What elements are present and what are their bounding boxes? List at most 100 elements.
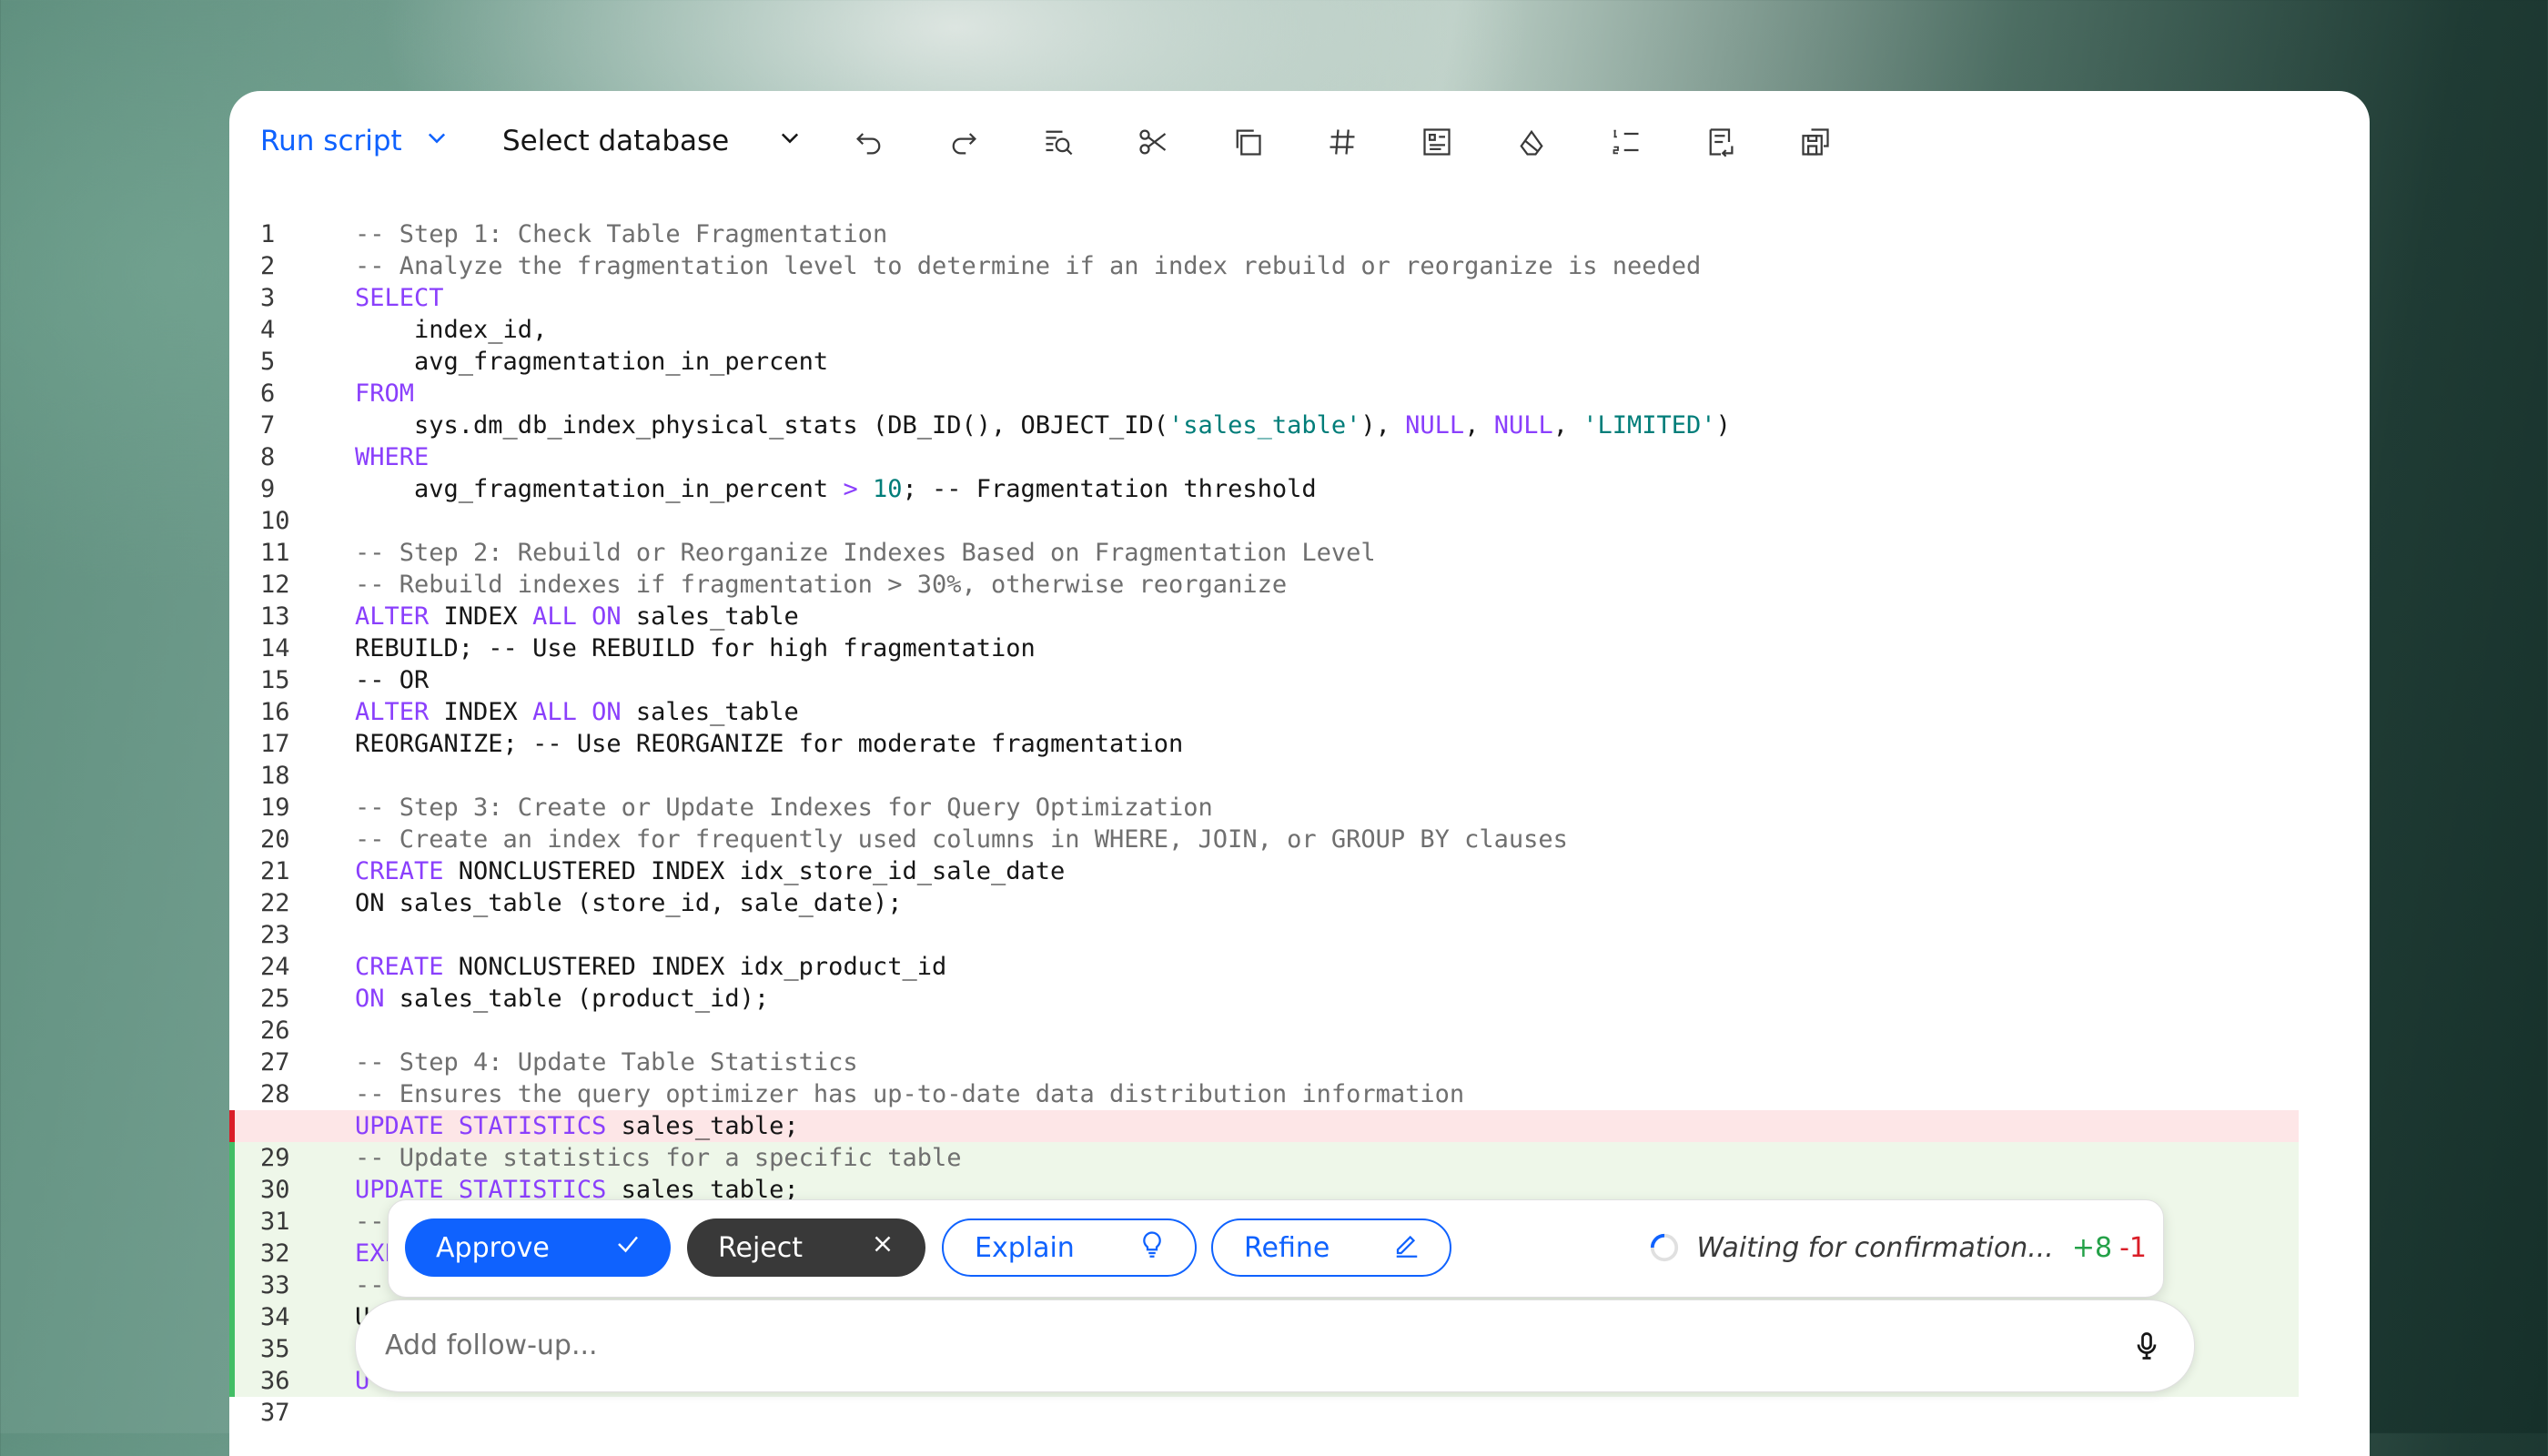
reject-button[interactable]: Reject: [687, 1218, 925, 1277]
line-number: 36: [260, 1367, 290, 1395]
data-format-icon[interactable]: [1419, 124, 1455, 160]
line-code: FROM: [355, 379, 415, 408]
hashtag-icon[interactable]: [1324, 124, 1360, 160]
line-code: -- OR: [355, 666, 430, 694]
code-line[interactable]: 27 -- Step 4: Update Table Statistics: [229, 1046, 2370, 1078]
code-line[interactable]: 11 -- Step 2: Rebuild or Reorganize Index…: [229, 537, 2370, 569]
run-script-label: Run script: [260, 125, 402, 157]
line-code: --: [355, 1271, 385, 1299]
status-text: Waiting for confirmation...: [1696, 1231, 2054, 1264]
microphone-icon[interactable]: [2130, 1330, 2163, 1362]
line-number: 37: [260, 1399, 290, 1427]
line-code: ON sales_table (product_id);: [355, 985, 770, 1013]
list-numbered-icon[interactable]: [1608, 124, 1644, 160]
redo-icon[interactable]: [945, 124, 982, 160]
line-number: 32: [260, 1239, 290, 1268]
code-line[interactable]: 26: [229, 1015, 2370, 1046]
line-code: ALTER INDEX ALL ON sales_table: [355, 602, 799, 631]
line-number: 2: [260, 252, 276, 280]
code-line[interactable]: 22 ON sales_table (store_id, sale_date);: [229, 887, 2370, 919]
line-code: -- Ensures the query optimizer has up-to…: [355, 1080, 1465, 1108]
approve-button[interactable]: Approve: [405, 1218, 671, 1277]
code-line[interactable]: 12 -- Rebuild indexes if fragmentation > …: [229, 569, 2370, 601]
line-number: 29: [260, 1144, 290, 1172]
line-code: CREATE NONCLUSTERED INDEX idx_store_id_s…: [355, 857, 1066, 885]
line-number: 15: [260, 666, 290, 694]
clear-format-icon[interactable]: [1513, 124, 1550, 160]
code-line-added[interactable]: 29 -- Update statistics for a specific ta…: [229, 1142, 2299, 1174]
line-number: 25: [260, 985, 290, 1013]
line-number: 8: [260, 443, 276, 471]
code-line[interactable]: 14 REBUILD; -- Use REBUILD for high fragm…: [229, 632, 2370, 664]
cut-icon[interactable]: [1135, 124, 1171, 160]
line-number: 23: [260, 921, 290, 949]
line-code: -- Step 2: Rebuild or Reorganize Indexes…: [355, 539, 1376, 567]
code-line[interactable]: 28 -- Ensures the query optimizer has up-…: [229, 1078, 2370, 1110]
line-number: 13: [260, 602, 290, 631]
line-code: -- Step 1: Check Table Fragmentation: [355, 220, 888, 248]
line-code: index_id,: [355, 316, 548, 344]
line-number: 10: [260, 507, 290, 535]
confirmation-status: Waiting for confirmation... +8 -1: [1649, 1218, 2147, 1277]
explain-button[interactable]: Explain: [942, 1218, 1197, 1277]
close-icon: [869, 1230, 896, 1265]
code-line[interactable]: 18: [229, 760, 2370, 792]
checkmark-icon: [614, 1230, 642, 1265]
save-as-icon[interactable]: [1797, 124, 1834, 160]
follow-up-input[interactable]: Add follow-up...: [355, 1299, 2195, 1392]
line-code: -- Analyze the fragmentation level to de…: [355, 252, 1702, 280]
line-number: 31: [260, 1208, 290, 1236]
line-code: REORGANIZE; -- Use REORGANIZE for modera…: [355, 730, 1184, 758]
code-line[interactable]: 4 index_id,: [229, 314, 2370, 346]
line-number: 34: [260, 1303, 290, 1331]
code-line[interactable]: 13 ALTER INDEX ALL ON sales_table: [229, 601, 2370, 632]
code-line[interactable]: 8 WHERE: [229, 441, 2370, 473]
code-line[interactable]: 9 avg_fragmentation_in_percent > 10; -- …: [229, 473, 2370, 505]
loading-spinner-icon: [1649, 1232, 1680, 1263]
line-code: ON sales_table (store_id, sale_date);: [355, 889, 903, 917]
line-code: -- Step 4: Update Table Statistics: [355, 1048, 858, 1077]
line-number: 1: [260, 220, 276, 248]
chevron-down-icon[interactable]: [424, 125, 450, 157]
line-number: 33: [260, 1271, 290, 1299]
line-number: 28: [260, 1080, 290, 1108]
code-line[interactable]: 37: [229, 1397, 2370, 1429]
undo-icon[interactable]: [851, 124, 887, 160]
code-line[interactable]: 1 -- Step 1: Check Table Fragmentation: [229, 218, 2370, 250]
line-number: 30: [260, 1176, 290, 1204]
find-replace-icon[interactable]: [1040, 124, 1077, 160]
line-number: 21: [260, 857, 290, 885]
code-line[interactable]: 20 -- Create an index for frequently used…: [229, 824, 2370, 855]
code-line[interactable]: 25 ON sales_table (product_id);: [229, 983, 2370, 1015]
edit-pencil-icon: [1393, 1230, 1421, 1265]
code-line[interactable]: 5 avg_fragmentation_in_percent: [229, 346, 2370, 378]
code-line[interactable]: 17 REORGANIZE; -- Use REORGANIZE for mode…: [229, 728, 2370, 760]
refine-button[interactable]: Refine: [1211, 1218, 1451, 1277]
code-line[interactable]: 24 CREATE NONCLUSTERED INDEX idx_product_…: [229, 951, 2370, 983]
line-code: REBUILD; -- Use REBUILD for high fragmen…: [355, 634, 1036, 662]
code-line[interactable]: 19 -- Step 3: Create or Update Indexes fo…: [229, 792, 2370, 824]
approve-label: Approve: [436, 1231, 550, 1264]
toolbar: Run script Select database: [229, 91, 2370, 189]
run-script-button[interactable]: Run script: [260, 118, 450, 164]
code-line[interactable]: 6 FROM: [229, 378, 2370, 410]
select-database-label: Select database: [502, 125, 730, 157]
code-line[interactable]: 10: [229, 505, 2370, 537]
line-code: -- Step 3: Create or Update Indexes for …: [355, 794, 1213, 822]
code-line-deleted[interactable]: UPDATE STATISTICS sales_table;: [229, 1110, 2299, 1142]
line-code: avg_fragmentation_in_percent > 10; -- Fr…: [355, 475, 1317, 503]
select-database-dropdown[interactable]: Select database: [502, 118, 803, 164]
code-line[interactable]: 16 ALTER INDEX ALL ON sales_table: [229, 696, 2370, 728]
code-line[interactable]: 3 SELECT: [229, 282, 2370, 314]
code-line[interactable]: 23: [229, 919, 2370, 951]
line-code: --: [355, 1208, 385, 1236]
copy-icon[interactable]: [1229, 124, 1266, 160]
code-line[interactable]: 21 CREATE NONCLUSTERED INDEX idx_store_id…: [229, 855, 2370, 887]
code-line[interactable]: 2 -- Analyze the fragmentation level to d…: [229, 250, 2370, 282]
line-number: 17: [260, 730, 290, 758]
line-code: -- Rebuild indexes if fragmentation > 30…: [355, 571, 1288, 599]
chevron-down-icon: [777, 125, 803, 157]
code-line[interactable]: 7 sys.dm_db_index_physical_stats (DB_ID(…: [229, 410, 2370, 441]
code-line[interactable]: 15 -- OR: [229, 664, 2370, 696]
document-import-icon[interactable]: [1703, 124, 1739, 160]
